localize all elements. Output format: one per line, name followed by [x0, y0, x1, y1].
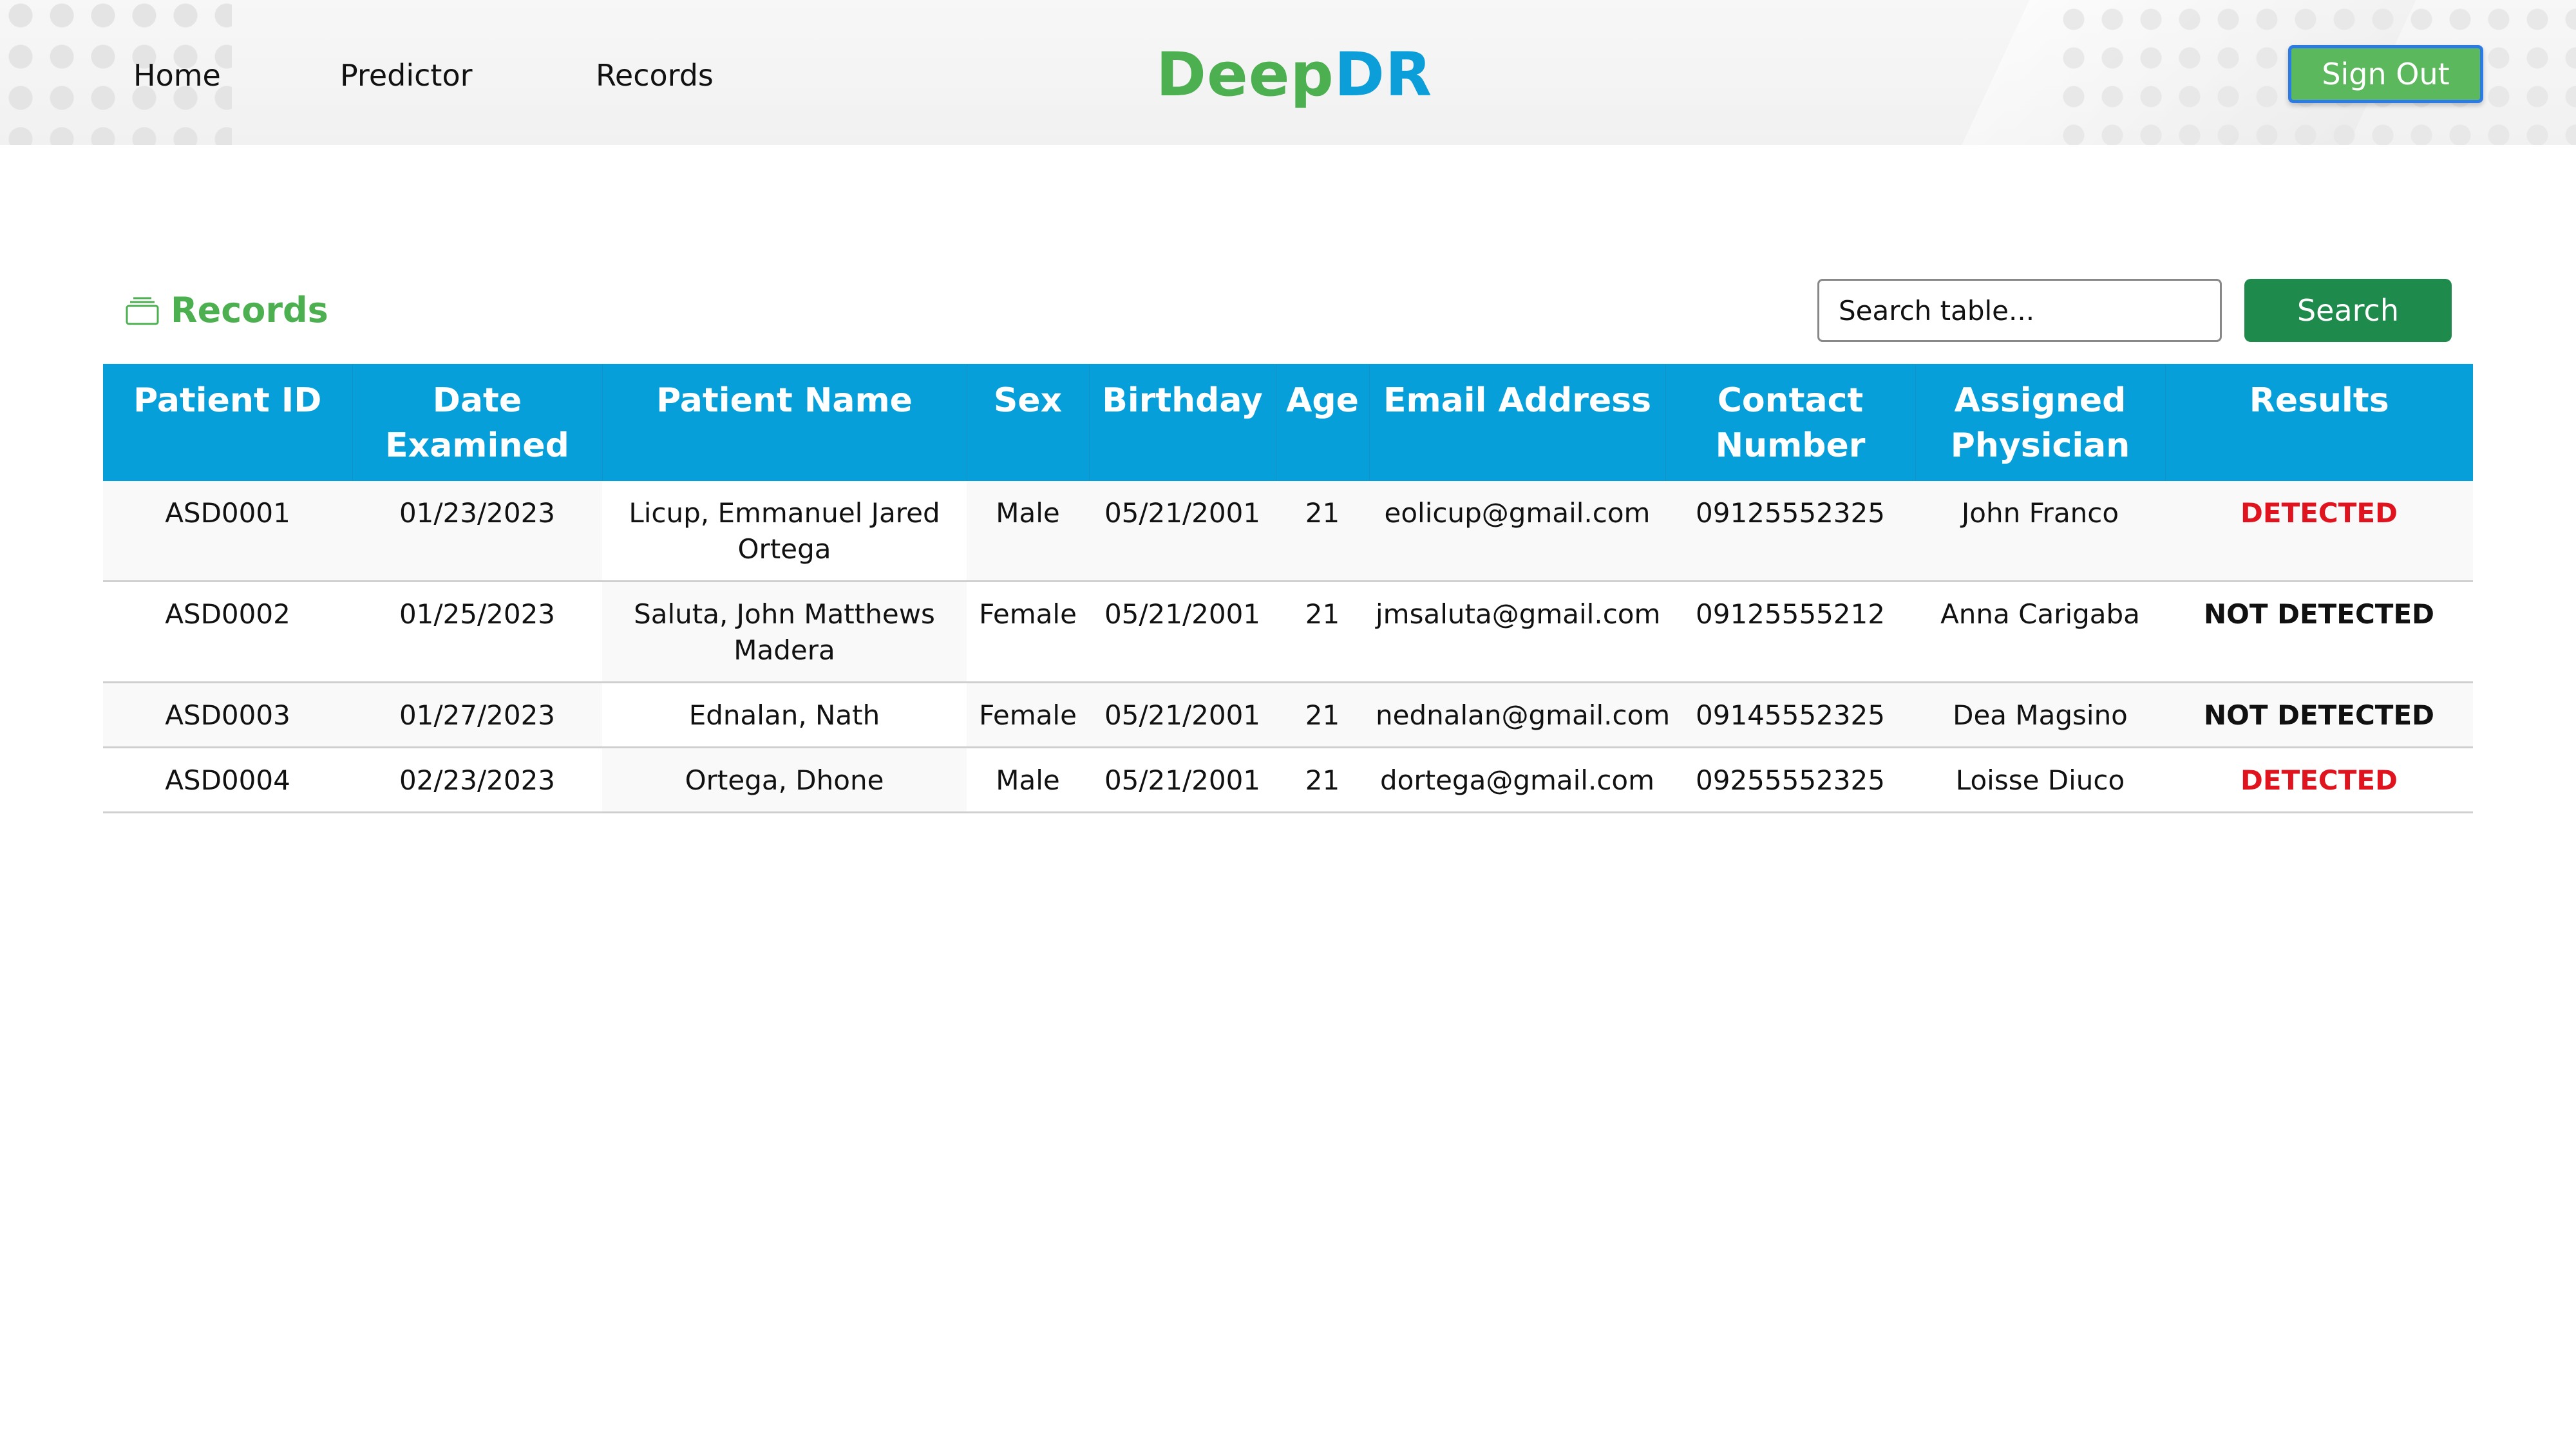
cell-patient-id: ASD0003 — [103, 682, 352, 748]
cell-patient-id: ASD0002 — [103, 581, 352, 683]
cell-physician: Loisse Diuco — [1915, 747, 2165, 813]
search-input[interactable] — [1817, 279, 2222, 342]
cell-age: 21 — [1276, 682, 1369, 748]
cell-result: NOT DETECTED — [2165, 581, 2473, 683]
cell-email: dortega@gmail.com — [1369, 747, 1665, 813]
header-patient-id[interactable]: Patient ID — [103, 364, 353, 481]
cell-patient-name: Saluta, John Matthews Madera — [602, 581, 967, 683]
table-row[interactable]: ASD0003 01/27/2023 Ednalan, Nath Female … — [103, 682, 2473, 748]
cell-email: eolicup@gmail.com — [1369, 481, 1665, 582]
cell-physician: John Franco — [1915, 481, 2165, 582]
header-sex[interactable]: Sex — [967, 364, 1090, 481]
cell-patient-id: ASD0001 — [103, 481, 352, 582]
records-title: Records — [171, 290, 328, 330]
sign-out-button[interactable]: Sign Out — [2288, 45, 2483, 103]
nav-home-link[interactable]: Home — [133, 58, 221, 93]
cell-date-examined: 01/25/2023 — [352, 581, 602, 683]
cell-birthday: 05/21/2001 — [1089, 682, 1276, 748]
cell-sex: Female — [967, 682, 1089, 748]
cell-date-examined: 01/23/2023 — [352, 481, 602, 582]
records-stack-icon — [126, 297, 159, 325]
cell-sex: Male — [967, 481, 1089, 582]
cell-patient-name: Ednalan, Nath — [602, 682, 967, 748]
app-logo: DeepDR — [1156, 40, 1432, 110]
cell-email: jmsaluta@gmail.com — [1369, 581, 1665, 683]
cell-result: DETECTED — [2165, 747, 2473, 813]
nav-predictor-link[interactable]: Predictor — [340, 58, 473, 93]
header-age[interactable]: Age — [1276, 364, 1370, 481]
cell-contact: 09255552325 — [1665, 747, 1915, 813]
cell-email: nednalan@gmail.com — [1369, 682, 1670, 748]
cell-date-examined: 02/23/2023 — [352, 747, 602, 813]
cell-contact: 09125552325 — [1665, 481, 1915, 582]
header-contact[interactable]: Contact Number — [1665, 364, 1916, 481]
cell-birthday: 05/21/2001 — [1089, 747, 1276, 813]
cell-age: 21 — [1276, 747, 1369, 813]
top-navbar: Home Predictor Records DeepDR Sign Out — [0, 0, 2576, 145]
header-date-examined[interactable]: Date Examined — [352, 364, 603, 481]
cell-physician: Dea Magsino — [1915, 682, 2165, 748]
cell-birthday: 05/21/2001 — [1089, 581, 1276, 683]
cell-patient-name: Ortega, Dhone — [602, 747, 967, 813]
header-physician[interactable]: Assigned Physician — [1915, 364, 2166, 481]
cell-sex: Male — [967, 747, 1089, 813]
cell-contact: 09125555212 — [1665, 581, 1915, 683]
records-table: Patient ID Date Examined Patient Name Se… — [103, 364, 2473, 813]
table-row[interactable]: ASD0004 02/23/2023 Ortega, Dhone Male 05… — [103, 747, 2473, 813]
header-results[interactable]: Results — [2165, 364, 2473, 481]
cell-age: 21 — [1276, 581, 1369, 683]
cell-date-examined: 01/27/2023 — [352, 682, 602, 748]
cell-result: DETECTED — [2165, 481, 2473, 582]
table-row[interactable]: ASD0002 01/25/2023 Saluta, John Matthews… — [103, 581, 2473, 683]
cell-patient-name: Licup, Emmanuel Jared Ortega — [602, 481, 967, 582]
nav-records-link[interactable]: Records — [596, 58, 714, 93]
table-row[interactable]: ASD0001 01/23/2023 Licup, Emmanuel Jared… — [103, 481, 2473, 582]
cell-result: NOT DETECTED — [2165, 682, 2473, 748]
table-header-row: Patient ID Date Examined Patient Name Se… — [103, 364, 2473, 481]
cell-physician: Anna Carigaba — [1915, 581, 2165, 683]
cell-sex: Female — [967, 581, 1089, 683]
header-email[interactable]: Email Address — [1369, 364, 1666, 481]
logo-dr: DR — [1334, 40, 1433, 110]
search-button[interactable]: Search — [2244, 279, 2452, 342]
logo-deep: Deep — [1156, 40, 1334, 110]
records-heading: Records — [126, 290, 328, 330]
header-patient-name[interactable]: Patient Name — [602, 364, 967, 481]
cell-birthday: 05/21/2001 — [1089, 481, 1276, 582]
header-birthday[interactable]: Birthday — [1089, 364, 1276, 481]
cell-patient-id: ASD0004 — [103, 747, 352, 813]
cell-contact: 09145552325 — [1665, 682, 1915, 748]
cell-age: 21 — [1276, 481, 1369, 582]
